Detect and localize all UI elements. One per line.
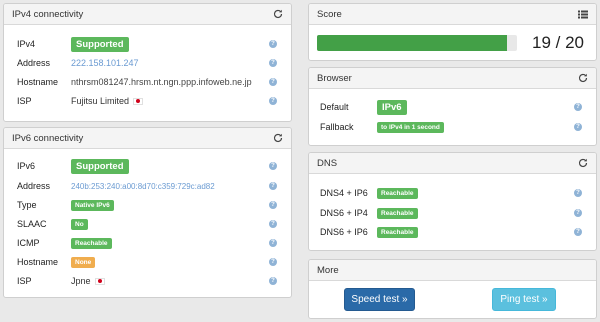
ipv6-hostname-label: Hostname	[17, 257, 59, 267]
dns6-ip4-badge: Reachable	[377, 207, 418, 219]
score-progress-bar	[317, 35, 517, 51]
more-panel-header: More	[309, 260, 596, 281]
help-icon[interactable]: ?	[269, 182, 277, 190]
help-icon[interactable]: ?	[269, 162, 277, 170]
refresh-icon[interactable]	[272, 9, 283, 20]
browser-default-badge: IPv6	[377, 99, 407, 115]
more-panel-title: More	[317, 264, 339, 276]
browser-fallback-label: Fallback	[320, 122, 354, 132]
ipv6-row-icmp: ICMP Reachable ?	[4, 235, 291, 251]
ipv4-status-label: IPv4	[17, 39, 36, 49]
ipv4-row-status: IPv4 Supported ?	[4, 36, 291, 52]
browser-row-fallback: Fallback to IPv4 in 1 second ?	[309, 119, 596, 135]
ipv6-panel-header: IPv6 connectivity	[4, 128, 291, 149]
ipv6-icmp-label: ICMP	[17, 238, 40, 248]
dns-row-dns6-ip6: DNS6 + IP6 Reachable ?	[309, 224, 596, 240]
score-progress-fill	[317, 35, 507, 51]
ipv6-row-status: IPv6 Supported ?	[4, 158, 291, 174]
ipv6-type-label: Type	[17, 200, 37, 210]
icmp-reachable-badge: Reachable	[71, 237, 112, 249]
dns-row-dns6-ip4: DNS6 + IP4 Reachable ?	[309, 205, 596, 221]
dns4-ip6-label: DNS4 + IP6	[320, 188, 368, 198]
ipv4-panel: IPv4 connectivity IPv4 Supported ? Addre…	[3, 3, 292, 122]
help-icon[interactable]: ?	[269, 258, 277, 266]
ipv6-row-address: Address 240b:253:240:a00:8d70:c359:729c:…	[4, 178, 291, 194]
browser-default-label: Default	[320, 102, 349, 112]
dns6-ip4-label: DNS6 + IP4	[320, 208, 368, 218]
dns-panel-title: DNS	[317, 157, 338, 169]
ipv6-row-isp: ISP Jpne ?	[4, 273, 291, 289]
ipv4-isp-value: Fujitsu Limited	[71, 96, 130, 106]
ipv6-isp-label: ISP	[17, 276, 32, 286]
browser-fallback-badge: to IPv4 in 1 second	[377, 121, 444, 133]
score-panel: Score 19 / 20	[308, 3, 597, 61]
help-icon[interactable]: ?	[574, 103, 582, 111]
ping-test-button[interactable]: Ping test »	[492, 288, 556, 311]
dns6-ip6-label: DNS6 + IP6	[320, 227, 368, 237]
help-icon[interactable]: ?	[269, 97, 277, 105]
ipv4-panel-title: IPv4 connectivity	[12, 8, 84, 20]
ipv6-address-value[interactable]: 240b:253:240:a00:8d70:c359:729c:ad82	[71, 182, 215, 191]
help-icon[interactable]: ?	[574, 228, 582, 236]
ipv6-panel-title: IPv6 connectivity	[12, 132, 84, 144]
ipv4-row-isp: ISP Fujitsu Limited ?	[4, 93, 291, 109]
dns-row-dns4-ip6: DNS4 + IP6 Reachable ?	[309, 185, 596, 201]
japan-flag-icon	[94, 277, 105, 285]
browser-panel: Browser Default IPv6 ? Fallback to IPv4 …	[308, 67, 597, 146]
ipv4-hostname-value: nthrsm081247.hrsm.nt.ngn.ppp.infoweb.ne.…	[71, 77, 252, 87]
ipv6-address-label: Address	[17, 181, 51, 191]
help-icon[interactable]: ?	[269, 59, 277, 67]
ipv6-isp-value: Jpne	[71, 276, 91, 286]
help-icon[interactable]: ?	[574, 123, 582, 131]
score-panel-title: Score	[317, 8, 342, 20]
dns-panel-header: DNS	[309, 153, 596, 174]
ipv6-panel: IPv6 connectivity IPv6 Supported ? Addre…	[3, 127, 292, 298]
japan-flag-icon	[133, 97, 144, 105]
browser-panel-header: Browser	[309, 68, 596, 89]
slaac-no-badge: No	[71, 218, 88, 230]
ipv6-row-type: Type Native IPv6 ?	[4, 197, 291, 213]
ipv4-row-hostname: Hostname nthrsm081247.hrsm.nt.ngn.ppp.in…	[4, 74, 291, 90]
refresh-icon[interactable]	[577, 73, 588, 84]
native-ipv6-badge: Native IPv6	[71, 199, 114, 211]
more-panel: More Speed test » Ping test »	[308, 259, 597, 319]
ipv4-address-label: Address	[17, 58, 51, 68]
ipv6-row-slaac: SLAAC No ?	[4, 216, 291, 232]
browser-row-default: Default IPv6 ?	[309, 99, 596, 115]
ipv4-row-address: Address 222.158.101.247 ?	[4, 55, 291, 71]
help-icon[interactable]: ?	[269, 220, 277, 228]
help-icon[interactable]: ?	[269, 239, 277, 247]
ipv6-slaac-label: SLAAC	[17, 219, 47, 229]
ipv4-panel-header: IPv4 connectivity	[4, 4, 291, 25]
help-icon[interactable]: ?	[269, 201, 277, 209]
refresh-icon[interactable]	[272, 133, 283, 144]
help-icon[interactable]: ?	[574, 189, 582, 197]
help-icon[interactable]: ?	[269, 277, 277, 285]
ipv4-hostname-label: Hostname	[17, 77, 59, 87]
list-icon[interactable]	[577, 9, 588, 20]
score-panel-header: Score	[309, 4, 596, 25]
help-icon[interactable]: ?	[269, 78, 277, 86]
ipv4-supported-badge: Supported	[71, 36, 129, 52]
help-icon[interactable]: ?	[269, 40, 277, 48]
hostname-none-badge: None	[71, 256, 96, 268]
dns4-ip6-badge: Reachable	[377, 187, 418, 199]
help-icon[interactable]: ?	[574, 209, 582, 217]
ipv6-row-hostname: Hostname None ?	[4, 254, 291, 270]
refresh-icon[interactable]	[577, 158, 588, 169]
browser-panel-title: Browser	[317, 72, 352, 84]
ipv4-address-value[interactable]: 222.158.101.247	[71, 58, 139, 68]
ipv4-isp-label: ISP	[17, 96, 32, 106]
score-value: 19 / 20	[532, 33, 584, 52]
dns-panel: DNS DNS4 + IP6 Reachable ? DNS6 + IP4 Re…	[308, 152, 597, 251]
ipv6-supported-badge: Supported	[71, 158, 129, 174]
speed-test-button[interactable]: Speed test »	[344, 288, 415, 311]
dns6-ip6-badge: Reachable	[377, 226, 418, 238]
ipv6-status-label: IPv6	[17, 161, 36, 171]
